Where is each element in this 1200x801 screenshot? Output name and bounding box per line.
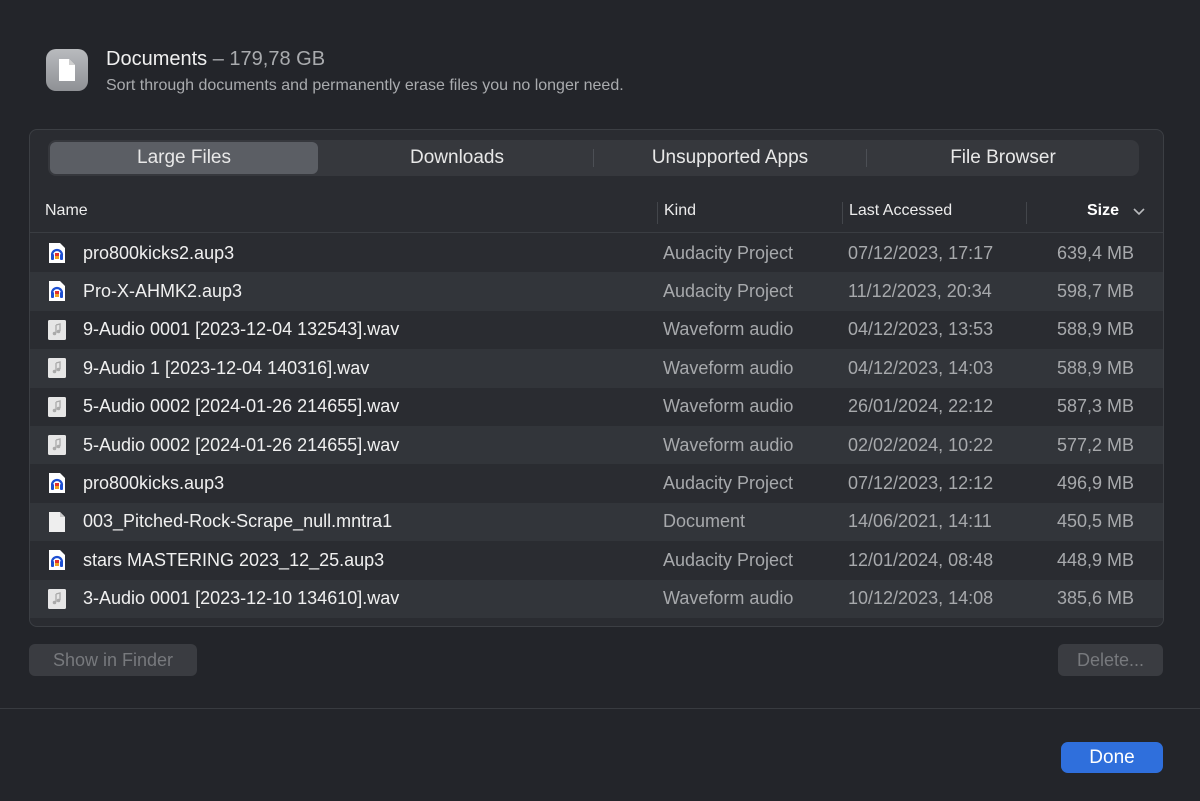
- tab-unsupported-apps[interactable]: Unsupported Apps: [596, 142, 864, 174]
- file-size: 587,3 MB: [1056, 396, 1134, 417]
- file-size: 588,9 MB: [1056, 357, 1134, 378]
- column-header-kind[interactable]: Kind: [664, 189, 696, 233]
- file-size: 385,6 MB: [1056, 588, 1134, 609]
- file-list: pro800kicks2.aup3 Audacity Project 07/12/2…: [30, 234, 1163, 618]
- page-subtitle: Sort through documents and permanently e…: [106, 77, 624, 94]
- file-last-accessed: 26/01/2024, 22:12: [848, 396, 994, 417]
- file-kind: Waveform audio: [663, 588, 794, 609]
- tab-file-browser[interactable]: File Browser: [869, 142, 1137, 174]
- audio-file-icon: [47, 396, 67, 418]
- file-name: 5-Audio 0002 [2024-01-26 214655].wav: [83, 396, 400, 417]
- file-size: 588,9 MB: [1056, 319, 1134, 340]
- file-kind: Waveform audio: [663, 319, 794, 340]
- audacity-icon: [47, 472, 67, 494]
- table-row[interactable]: 003_Pitched-Rock-Scrape_null.mntra1 Docum…: [30, 502, 1163, 542]
- done-button[interactable]: Done: [1061, 742, 1163, 773]
- file-last-accessed: 12/01/2024, 08:48: [848, 549, 994, 570]
- table-header: Name Kind Last Accessed Size: [30, 189, 1163, 233]
- tab-large-files[interactable]: Large Files: [50, 142, 318, 174]
- file-kind: Audacity Project: [663, 242, 794, 263]
- audio-file-icon: [47, 434, 67, 456]
- tab-divider: [593, 149, 594, 167]
- column-header-size[interactable]: Size: [1087, 189, 1119, 233]
- file-name: Pro-X-AHMK2.aup3: [83, 281, 243, 302]
- file-size: 448,9 MB: [1056, 549, 1134, 570]
- file-name: 9-Audio 1 [2023-12-04 140316].wav: [83, 357, 370, 378]
- file-kind: Waveform audio: [663, 357, 794, 378]
- file-kind: Audacity Project: [663, 473, 794, 494]
- column-divider[interactable]: [1026, 202, 1027, 224]
- audacity-icon: [47, 549, 67, 571]
- column-header-last-accessed[interactable]: Last Accessed: [849, 189, 952, 233]
- column-header-name[interactable]: Name: [45, 189, 88, 233]
- footer-divider: [0, 708, 1200, 709]
- column-divider[interactable]: [842, 202, 843, 224]
- file-kind: Audacity Project: [663, 281, 794, 302]
- file-last-accessed: 04/12/2023, 14:03: [848, 357, 994, 378]
- file-size: 598,7 MB: [1056, 281, 1134, 302]
- file-last-accessed: 07/12/2023, 12:12: [848, 473, 994, 494]
- audio-file-icon: [47, 319, 67, 341]
- file-size: 639,4 MB: [1056, 242, 1134, 263]
- documents-icon: [46, 49, 88, 91]
- table-row[interactable]: 5-Audio 0002 [2024-01-26 214655].wav Wave…: [30, 425, 1163, 465]
- file-name: pro800kicks.aup3: [83, 473, 225, 494]
- table-row[interactable]: stars MASTERING 2023_12_25.aup3 Audacity …: [30, 541, 1163, 579]
- delete-button[interactable]: Delete...: [1058, 644, 1163, 676]
- chevron-down-icon[interactable]: [1131, 203, 1147, 219]
- file-name: stars MASTERING 2023_12_25.aup3: [83, 549, 385, 570]
- file-kind: Document: [663, 511, 746, 532]
- file-last-accessed: 07/12/2023, 17:17: [848, 242, 994, 263]
- segmented-control: Large Files Downloads Unsupported Apps F…: [48, 140, 1139, 176]
- file-last-accessed: 11/12/2023, 20:34: [848, 281, 992, 302]
- column-divider[interactable]: [657, 202, 658, 224]
- file-size: 577,2 MB: [1056, 434, 1134, 455]
- page-title: Documents – 179,78 GB: [106, 48, 326, 70]
- file-kind: Waveform audio: [663, 396, 794, 417]
- table-row[interactable]: 9-Audio 1 [2023-12-04 140316].wav Wavefor…: [30, 349, 1163, 388]
- files-panel: Large Files Downloads Unsupported Apps F…: [29, 129, 1164, 627]
- audio-file-icon: [47, 357, 67, 379]
- show-in-finder-button[interactable]: Show in Finder: [29, 644, 197, 676]
- file-name: 5-Audio 0002 [2024-01-26 214655].wav: [83, 434, 400, 455]
- table-row[interactable]: 9-Audio 0001 [2023-12-04 132543].wav Wave…: [30, 311, 1163, 349]
- table-row[interactable]: pro800kicks2.aup3 Audacity Project 07/12/2…: [30, 234, 1163, 272]
- tab-divider: [866, 149, 867, 167]
- audacity-icon: [47, 280, 67, 302]
- file-kind: Waveform audio: [663, 434, 794, 455]
- file-last-accessed: 14/06/2021, 14:11: [848, 511, 992, 532]
- table-row[interactable]: Pro-X-AHMK2.aup3 Audacity Project 11/12/20…: [30, 272, 1163, 311]
- file-kind: Audacity Project: [663, 549, 794, 570]
- file-name: pro800kicks2.aup3: [83, 242, 235, 263]
- tab-downloads[interactable]: Downloads: [323, 142, 591, 174]
- audio-file-icon: [47, 588, 67, 610]
- file-size: 496,9 MB: [1056, 473, 1134, 494]
- table-row[interactable]: pro800kicks.aup3 Audacity Project 07/12/20…: [30, 464, 1163, 502]
- file-name: 9-Audio 0001 [2023-12-04 132543].wav: [83, 319, 400, 340]
- total-size: 179,78 GB: [229, 48, 326, 70]
- file-size: 450,5 MB: [1056, 511, 1134, 532]
- file-name: 3-Audio 0001 [2023-12-10 134610].wav: [83, 588, 400, 609]
- table-row[interactable]: 3-Audio 0001 [2023-12-10 134610].wav Wave…: [30, 579, 1163, 618]
- audacity-icon: [47, 242, 67, 264]
- file-last-accessed: 10/12/2023, 14:08: [848, 588, 994, 609]
- document-icon: [47, 511, 67, 533]
- file-name: 003_Pitched-Rock-Scrape_null.mntra1: [83, 511, 393, 532]
- table-row[interactable]: 5-Audio 0002 [2024-01-26 214655].wav Wave…: [30, 388, 1163, 426]
- file-last-accessed: 02/02/2024, 10:22: [848, 434, 994, 455]
- file-last-accessed: 04/12/2023, 13:53: [848, 319, 994, 340]
